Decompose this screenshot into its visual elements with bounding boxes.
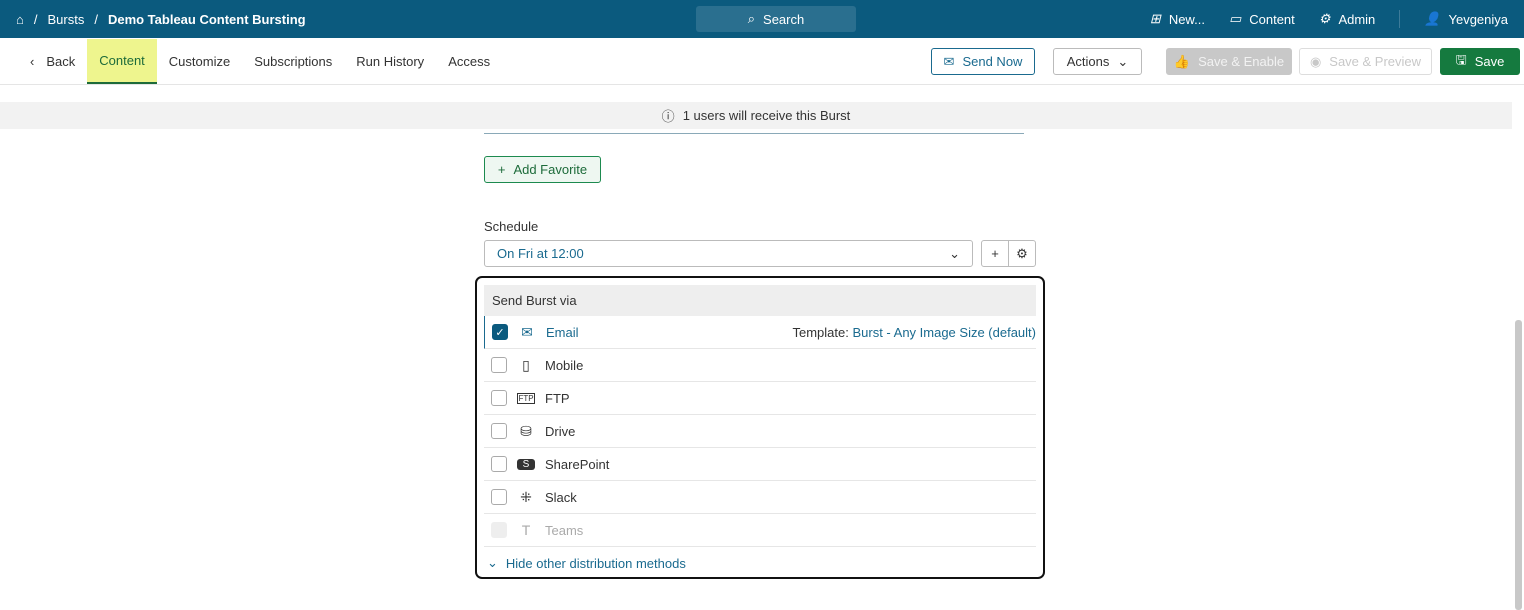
- sharepoint-checkbox[interactable]: [491, 456, 507, 472]
- save-button[interactable]: 🖫 Save: [1440, 48, 1520, 75]
- ftp-checkbox[interactable]: [491, 390, 507, 406]
- sharepoint-icon: S: [517, 458, 535, 470]
- chevron-left-icon: ‹: [30, 54, 35, 69]
- scrollbar[interactable]: [1515, 320, 1522, 610]
- content-button[interactable]: ▭ Content: [1229, 11, 1295, 27]
- method-drive[interactable]: ⛁ Drive: [484, 415, 1036, 448]
- add-favorite-button[interactable]: + Add Favorite: [484, 156, 601, 183]
- recipients-banner: ⓘ 1 users will receive this Burst: [0, 102, 1512, 129]
- user-icon: 👤: [1424, 11, 1441, 26]
- send-via-header: Send Burst via: [484, 285, 1036, 316]
- method-teams: T Teams: [484, 514, 1036, 547]
- mobile-icon: ▯: [522, 356, 530, 373]
- teams-checkbox: [491, 522, 507, 538]
- add-schedule-button[interactable]: +: [981, 240, 1009, 267]
- method-email[interactable]: ✓ ✉ Email Template: Burst - Any Image Size…: [484, 316, 1036, 349]
- mail-icon: ✉: [943, 53, 955, 69]
- tab-bar: ‹ Back Content Customize Subscriptions Ru…: [0, 39, 1524, 85]
- save-icon: 🖫: [1455, 51, 1467, 67]
- chevron-down-icon: ⌄: [1117, 53, 1129, 69]
- slack-checkbox[interactable]: [491, 489, 507, 505]
- actions-dropdown[interactable]: Actions ⌄: [1053, 48, 1142, 75]
- plus-icon: +: [497, 162, 506, 177]
- method-sharepoint[interactable]: S SharePoint: [484, 448, 1036, 481]
- breadcrumb-bursts[interactable]: Bursts: [47, 12, 84, 27]
- schedule-label: Schedule: [484, 219, 539, 234]
- eye-icon: ◉: [1309, 53, 1322, 69]
- hide-methods-toggle[interactable]: ⌄ Hide other distribution methods: [487, 555, 686, 571]
- tab-subscriptions[interactable]: Subscriptions: [242, 39, 344, 84]
- gear-icon: ⚙: [1318, 11, 1331, 26]
- mobile-checkbox[interactable]: [491, 357, 507, 373]
- divider: [1399, 10, 1401, 28]
- schedule-select[interactable]: On Fri at 12:00 ⌄: [484, 240, 973, 267]
- slack-icon: ⁜: [520, 488, 532, 505]
- method-mobile[interactable]: ▯ Mobile: [484, 349, 1036, 382]
- new-button[interactable]: ⊞ New...: [1150, 11, 1205, 27]
- back-button[interactable]: ‹ Back: [0, 39, 87, 84]
- chevron-down-icon: ⌄: [487, 555, 498, 570]
- drive-icon: ⛁: [520, 422, 532, 439]
- user-menu[interactable]: 👤 Yevgeniya: [1424, 11, 1508, 27]
- teams-icon: T: [521, 522, 531, 538]
- admin-button[interactable]: ⚙ Admin: [1319, 11, 1376, 27]
- folder-icon: ▭: [1228, 11, 1242, 26]
- method-slack[interactable]: ⁜ Slack: [484, 481, 1036, 514]
- send-now-button[interactable]: ✉ Send Now: [931, 48, 1035, 75]
- gear-icon: ⚙: [1016, 245, 1028, 261]
- info-icon: ⓘ: [661, 109, 675, 124]
- schedule-settings-button[interactable]: ⚙: [1008, 240, 1036, 267]
- tab-access[interactable]: Access: [436, 39, 502, 84]
- breadcrumb-current: Demo Tableau Content Bursting: [107, 11, 306, 27]
- method-ftp[interactable]: FTP FTP: [484, 382, 1036, 415]
- top-bar: ⌂ / Bursts / Demo Tableau Content Bursting…: [0, 0, 1524, 38]
- search-icon: ⌕: [747, 11, 756, 26]
- plus-square-icon: ⊞: [1149, 11, 1161, 26]
- plus-icon: +: [991, 246, 999, 261]
- tab-run-history[interactable]: Run History: [344, 39, 436, 84]
- save-enable-button[interactable]: 👍 Save & Enable: [1166, 48, 1292, 75]
- thumbs-up-icon: 👍: [1173, 53, 1191, 69]
- breadcrumb: ⌂ / Bursts / Demo Tableau Content Bursting: [16, 11, 306, 27]
- drive-checkbox[interactable]: [491, 423, 507, 439]
- tab-content[interactable]: Content: [87, 39, 157, 84]
- chevron-down-icon: ⌄: [949, 245, 960, 261]
- template-link[interactable]: Burst - Any Image Size (default): [852, 325, 1036, 340]
- mail-icon: ✉: [521, 323, 533, 340]
- home-icon[interactable]: ⌂: [16, 12, 24, 27]
- save-preview-button[interactable]: ◉ Save & Preview: [1299, 48, 1432, 75]
- ftp-icon: FTP: [517, 392, 535, 404]
- divider: [484, 133, 1024, 134]
- email-checkbox[interactable]: ✓: [492, 324, 508, 340]
- tab-customize[interactable]: Customize: [157, 39, 242, 84]
- search-button[interactable]: ⌕ Search: [696, 6, 856, 32]
